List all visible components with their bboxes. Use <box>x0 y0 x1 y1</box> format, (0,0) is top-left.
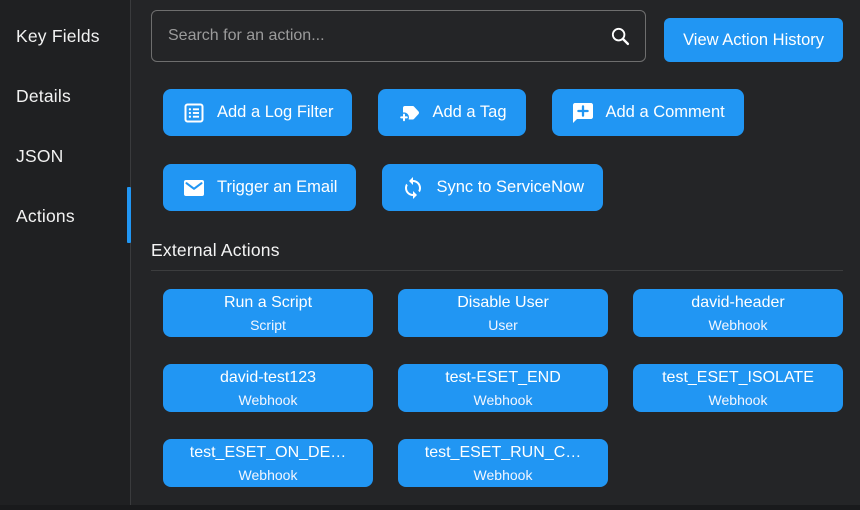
external-action-card-test-eset-isolate[interactable]: test_ESET_ISOLATE Webhook <box>633 364 843 412</box>
external-action-card-test-eset-on-demand[interactable]: test_ESET_ON_DE… Webhook <box>163 439 373 487</box>
card-title: david-test123 <box>220 369 316 387</box>
card-type: Webhook <box>709 392 768 408</box>
external-action-card-david-test123[interactable]: david-test123 Webhook <box>163 364 373 412</box>
action-search-box <box>151 10 646 62</box>
toolbar: View Action History <box>151 10 843 62</box>
search-icon[interactable] <box>609 25 631 47</box>
sidebar-item-key-fields[interactable]: Key Fields <box>0 6 130 66</box>
card-title: test_ESET_ON_DE… <box>190 444 347 462</box>
button-label: Add a Comment <box>606 103 725 122</box>
email-icon <box>182 176 206 200</box>
sidebar: Key Fields Details JSON Actions <box>0 0 131 510</box>
quick-actions-row-1: Add a Log Filter Add a Tag <box>163 89 843 136</box>
sidebar-item-json[interactable]: JSON <box>0 126 130 186</box>
actions-content: View Action History Add a Log Filter <box>131 0 860 510</box>
sidebar-item-label: JSON <box>16 146 63 167</box>
external-action-card-test-eset-end[interactable]: test-ESET_END Webhook <box>398 364 608 412</box>
log-filter-icon <box>182 101 206 125</box>
card-title: david-header <box>691 294 784 312</box>
card-title: test_ESET_RUN_C… <box>425 444 582 462</box>
external-action-card-test-eset-run-command[interactable]: test_ESET_RUN_C… Webhook <box>398 439 608 487</box>
tag-add-icon <box>397 101 421 125</box>
quick-actions-row-2: Trigger an Email Sync to ServiceNow <box>163 164 843 211</box>
add-tag-button[interactable]: Add a Tag <box>378 89 525 136</box>
view-action-history-button[interactable]: View Action History <box>664 18 843 62</box>
external-actions-grid: Run a Script Script Disable User User da… <box>163 289 843 487</box>
external-action-card-run-a-script[interactable]: Run a Script Script <box>163 289 373 337</box>
card-title: test_ESET_ISOLATE <box>662 369 814 387</box>
external-actions-title: External Actions <box>151 240 843 261</box>
sidebar-item-label: Actions <box>16 206 75 227</box>
card-type: Webhook <box>239 467 298 483</box>
card-type: Script <box>250 317 286 333</box>
card-title: Run a Script <box>224 294 312 312</box>
card-type: Webhook <box>239 392 298 408</box>
actions-panel: Key Fields Details JSON Actions <box>0 0 860 510</box>
trigger-email-button[interactable]: Trigger an Email <box>163 164 356 211</box>
card-type: Webhook <box>474 392 533 408</box>
card-title: Disable User <box>457 294 549 312</box>
comment-add-icon <box>571 101 595 125</box>
button-label: Sync to ServiceNow <box>436 178 584 197</box>
card-type: User <box>488 317 518 333</box>
card-title: test-ESET_END <box>445 369 561 387</box>
button-label: Add a Log Filter <box>217 103 333 122</box>
sidebar-item-actions[interactable]: Actions <box>0 186 130 246</box>
button-label: Add a Tag <box>432 103 506 122</box>
sidebar-item-label: Details <box>16 86 71 107</box>
sidebar-item-label: Key Fields <box>16 26 100 47</box>
card-type: Webhook <box>709 317 768 333</box>
sync-servicenow-button[interactable]: Sync to ServiceNow <box>382 164 603 211</box>
external-action-card-david-header[interactable]: david-header Webhook <box>633 289 843 337</box>
sidebar-item-details[interactable]: Details <box>0 66 130 126</box>
add-log-filter-button[interactable]: Add a Log Filter <box>163 89 352 136</box>
window-bottom-edge <box>0 505 860 510</box>
button-label: Trigger an Email <box>217 178 337 197</box>
external-action-card-disable-user[interactable]: Disable User User <box>398 289 608 337</box>
card-type: Webhook <box>474 467 533 483</box>
add-comment-button[interactable]: Add a Comment <box>552 89 744 136</box>
sync-icon <box>401 176 425 200</box>
search-input[interactable] <box>166 26 609 46</box>
section-divider <box>151 270 843 271</box>
